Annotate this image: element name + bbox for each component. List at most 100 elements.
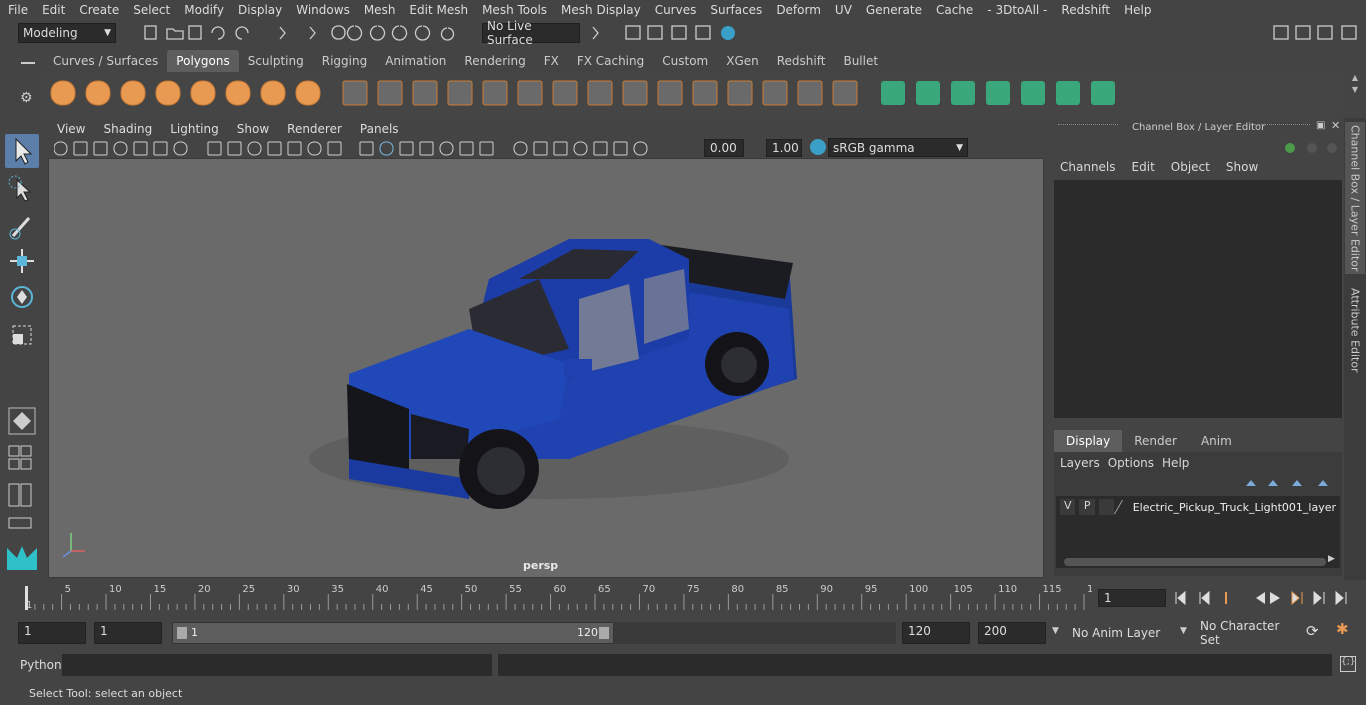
- layer-display-type-toggle[interactable]: [1098, 499, 1115, 515]
- tab-sculpting[interactable]: Sculpting: [238, 50, 313, 72]
- channel-menu-object[interactable]: Object: [1165, 160, 1220, 178]
- scroll-right-icon[interactable]: ▶: [1328, 554, 1335, 564]
- float-panel-icon[interactable]: ▣: [1316, 120, 1325, 131]
- gamma-field[interactable]: 1.00: [766, 139, 802, 157]
- status-line-icons[interactable]: [130, 23, 480, 43]
- scale-tool[interactable]: [5, 318, 39, 352]
- range-slider-right-handle[interactable]: [599, 627, 609, 639]
- menu-item-deform[interactable]: Deform: [768, 3, 827, 17]
- range-slider-track[interactable]: [614, 622, 896, 644]
- menu-item-mesh-tools[interactable]: Mesh Tools: [474, 3, 553, 17]
- animation-preferences-icon[interactable]: ✱: [1336, 620, 1349, 638]
- shelf-gear-icon[interactable]: ⚙: [20, 90, 33, 106]
- viewport-menu-view[interactable]: View: [48, 122, 94, 136]
- shelf-menu-icon[interactable]: [21, 62, 35, 64]
- current-frame-field[interactable]: 1: [1098, 589, 1166, 607]
- command-input[interactable]: [62, 654, 492, 676]
- panel-grip[interactable]: [1058, 124, 1118, 130]
- layer-row[interactable]: V P Electric_Pickup_Truck_Light001_layer: [1056, 496, 1340, 518]
- time-slider-ticks[interactable]: 15 10 15 20 25 30 35 40 45 50 55 60 65 70 75 80 85 90 95 10…: [18, 582, 1100, 612]
- exposure-field[interactable]: 0.00: [704, 139, 744, 157]
- range-slider[interactable]: 1 120: [172, 622, 614, 644]
- tab-custom[interactable]: Custom: [653, 50, 718, 72]
- current-frame-marker[interactable]: [25, 586, 28, 610]
- menu-item-3dtoall[interactable]: - 3DtoAll -: [979, 3, 1053, 17]
- menu-item-modify[interactable]: Modify: [176, 3, 230, 17]
- range-slider-left-handle[interactable]: [177, 627, 187, 639]
- channel-box-area[interactable]: [1054, 180, 1342, 418]
- layer-color-icon[interactable]: [1114, 500, 1133, 514]
- character-set-dropdown[interactable]: No Character Set: [1196, 619, 1298, 647]
- anim-layer-chevron-icon[interactable]: ▼: [1052, 626, 1059, 636]
- lasso-tool[interactable]: [5, 172, 39, 206]
- menu-item-surfaces[interactable]: Surfaces: [702, 3, 768, 17]
- live-surface-field[interactable]: No Live Surface: [482, 19, 580, 47]
- tab-attribute-editor[interactable]: Attribute Editor: [1345, 280, 1365, 380]
- menu-item-select[interactable]: Select: [125, 3, 176, 17]
- channel-display-icons[interactable]: [1282, 140, 1342, 156]
- channel-menu-edit[interactable]: Edit: [1126, 160, 1165, 178]
- playback-start-field[interactable]: 1: [94, 622, 162, 644]
- panel-grip-right[interactable]: [1250, 124, 1310, 130]
- tab-curves-surfaces[interactable]: Curves / Surfaces: [44, 50, 168, 72]
- menu-item-windows[interactable]: Windows: [288, 3, 356, 17]
- select-tool[interactable]: [5, 134, 39, 168]
- viewport-menu-shading[interactable]: Shading: [94, 122, 161, 136]
- layer-tab-render[interactable]: Render: [1122, 430, 1189, 452]
- menu-item-cache[interactable]: Cache: [928, 3, 979, 17]
- channel-menu-channels[interactable]: Channels: [1054, 160, 1126, 178]
- tab-channel-box[interactable]: Channel Box / Layer Editor: [1345, 122, 1365, 274]
- menu-item-mesh[interactable]: Mesh: [356, 3, 402, 17]
- time-slider[interactable]: 1 5 10 15 20 25 30 35 40 45 50 55 60 65 70 75 80 85 90 95 10…: [18, 582, 1100, 612]
- color-management-icon[interactable]: [810, 139, 826, 155]
- shelf-scroll-arrows-icon[interactable]: ▲ ▼: [1344, 72, 1366, 96]
- channel-menu-show[interactable]: Show: [1220, 160, 1268, 178]
- tab-bullet[interactable]: Bullet: [834, 50, 888, 72]
- menu-item-mesh-display[interactable]: Mesh Display: [553, 3, 647, 17]
- anim-layer-dropdown[interactable]: No Anim Layer: [1068, 622, 1174, 644]
- playback-controls[interactable]: [1172, 588, 1362, 608]
- tab-fx-caching[interactable]: FX Caching: [567, 50, 654, 72]
- animation-start-field[interactable]: 1: [18, 622, 86, 644]
- render-icons[interactable]: [590, 23, 750, 43]
- playback-end-field[interactable]: 120: [902, 622, 970, 644]
- viewport-menu-show[interactable]: Show: [228, 122, 278, 136]
- menu-item-file[interactable]: File: [0, 3, 34, 17]
- layout-two-panes[interactable]: [5, 480, 39, 514]
- menu-item-create[interactable]: Create: [71, 3, 125, 17]
- menu-item-edit[interactable]: Edit: [34, 3, 71, 17]
- viewport-menu-renderer[interactable]: Renderer: [278, 122, 351, 136]
- viewport-menu-lighting[interactable]: Lighting: [161, 122, 228, 136]
- layer-menu-options[interactable]: Options: [1108, 456, 1162, 470]
- mode-dropdown[interactable]: Modeling ▼: [18, 23, 116, 43]
- menu-item-help[interactable]: Help: [1116, 3, 1157, 17]
- auto-key-icon[interactable]: ⟳: [1306, 622, 1319, 640]
- character-set-chevron-icon[interactable]: ▼: [1180, 626, 1187, 636]
- color-space-dropdown[interactable]: sRGB gamma ▼: [828, 138, 968, 157]
- layout-single[interactable]: [5, 444, 39, 478]
- tab-animation[interactable]: Animation: [376, 50, 456, 72]
- perspective-viewport[interactable]: persp: [48, 158, 1044, 578]
- move-tool[interactable]: [5, 244, 39, 278]
- animation-end-field[interactable]: 200: [978, 622, 1046, 644]
- layer-playback-toggle[interactable]: P: [1079, 499, 1095, 515]
- shelf-scroll[interactable]: ▲ ▼: [1344, 72, 1366, 112]
- layer-menu-layers[interactable]: Layers: [1060, 456, 1108, 470]
- shelf-options[interactable]: ⚙: [18, 50, 40, 116]
- layer-tab-display[interactable]: Display: [1054, 430, 1123, 452]
- tab-fx[interactable]: FX: [534, 50, 568, 72]
- viewport-menu-panels[interactable]: Panels: [351, 122, 408, 136]
- layer-tab-anim[interactable]: Anim: [1188, 430, 1244, 452]
- viewport-toolbar-icons[interactable]: [54, 140, 704, 158]
- layer-list-scrollbar[interactable]: [1064, 558, 1326, 566]
- tab-redshift[interactable]: Redshift: [767, 50, 835, 72]
- tab-rigging[interactable]: Rigging: [312, 50, 377, 72]
- paint-select-tool[interactable]: [5, 210, 39, 244]
- workspace-icons[interactable]: [1270, 23, 1366, 43]
- truck-model-render[interactable]: [49, 159, 1043, 577]
- shelf-tool-icons[interactable]: [40, 72, 1338, 116]
- layer-visibility-toggle[interactable]: V: [1060, 499, 1076, 515]
- script-editor-icon[interactable]: {;}: [1340, 656, 1356, 672]
- last-tool-used[interactable]: [5, 404, 39, 438]
- menu-item-display[interactable]: Display: [230, 3, 288, 17]
